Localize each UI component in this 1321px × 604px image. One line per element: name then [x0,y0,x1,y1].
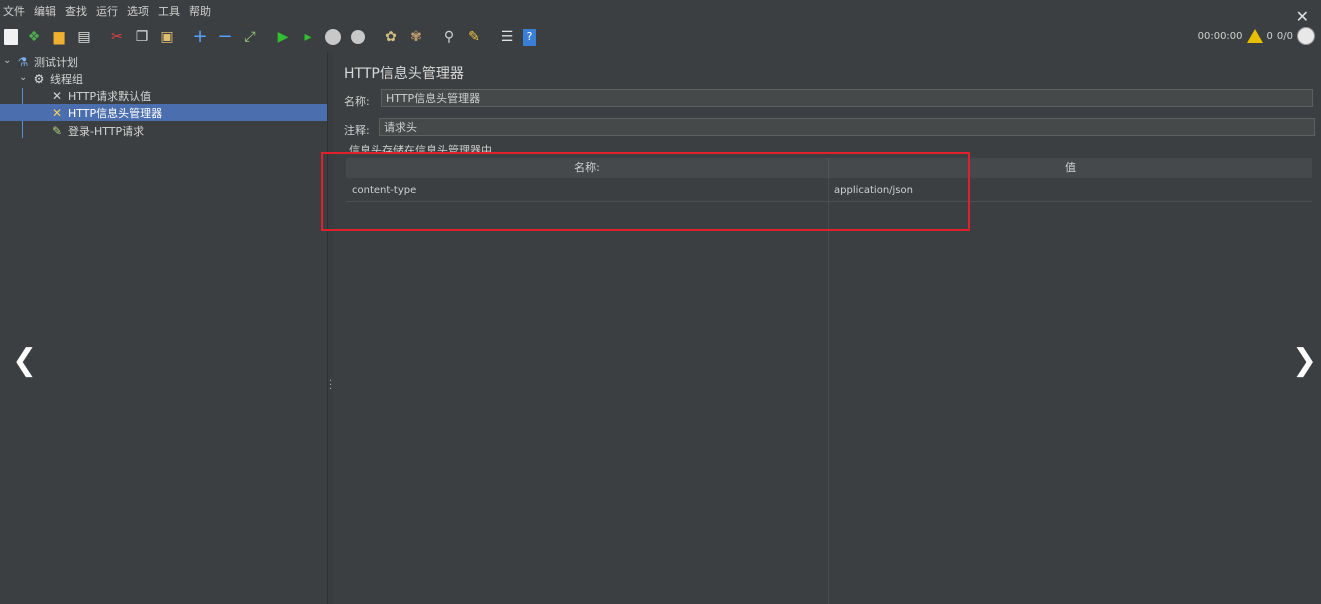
menu-search[interactable]: 查找 [62,3,93,19]
reset-search-icon[interactable]: ✎ [465,28,483,46]
tree-item-label: HTTP信息头管理器 [68,106,163,120]
stop-icon[interactable] [324,28,342,46]
start-icon[interactable]: ▶ [274,28,292,46]
test-plan-tree: ⌄ ⚗ 测试计划 ⌄ ⚙ 线程组 ✕ HTTP请求默认值 ✕ HTTP信息头管理… [0,52,327,604]
chevron-right-icon[interactable]: ❯ [1292,346,1317,376]
tree-item-label: 登录-HTTP请求 [68,124,145,138]
function-helper-icon[interactable]: ☰ [498,28,516,46]
help-icon[interactable]: ? [523,28,536,46]
open-icon[interactable]: ▆ [50,28,68,46]
page-title: HTTP信息头管理器 [344,66,464,82]
tree-item-http-defaults[interactable]: ✕ HTTP请求默认值 [50,87,151,104]
menu-bar: 文件 编辑 查找 运行 选项 工具 帮助 [0,0,1321,22]
tree-item-label: 线程组 [50,72,83,86]
expand-icon[interactable]: + [191,28,209,46]
headers-section-label: 信息头存储在信息头管理器中 [349,144,492,152]
copy-icon[interactable]: ❐ [133,28,151,46]
thread-count: 0/0 [1276,30,1293,42]
tree-item-label: HTTP请求默认值 [68,89,152,103]
clear-icon[interactable]: ✿ [382,28,400,46]
chevron-down-icon[interactable]: ⌄ [3,55,11,66]
gear-icon: ⚙ [33,71,45,86]
wrench-icon: ✕ [51,105,63,120]
menu-run[interactable]: 运行 [93,3,124,19]
shutdown-icon[interactable] [349,28,367,46]
start-no-pause-icon[interactable]: ▸ [299,28,317,46]
highlight-box [321,152,970,231]
splitter-grip-icon[interactable]: · · · [329,377,332,395]
name-field[interactable]: HTTP信息头管理器 [381,89,1313,107]
pencil-icon: ✎ [51,123,63,138]
tree-item-test-plan[interactable]: ⚗ 测试计划 [16,53,78,70]
warning-icon[interactable] [1246,29,1263,43]
menu-help[interactable]: 帮助 [186,3,217,19]
save-icon[interactable]: ▤ [75,28,93,46]
flask-icon: ⚗ [17,54,29,69]
chevron-left-icon[interactable]: ❮ [12,346,37,376]
collapse-icon[interactable]: − [216,28,234,46]
remote-globe-icon[interactable] [1297,27,1315,45]
wrench-icon: ✕ [51,88,63,103]
comment-field[interactable]: 请求头 [379,118,1315,136]
menu-edit[interactable]: 编辑 [31,3,62,19]
status-area: 00:00:00 0 0/0 [1198,27,1315,45]
tree-item-label: 测试计划 [34,55,78,69]
paste-icon[interactable]: ▣ [158,28,176,46]
menu-options[interactable]: 选项 [124,3,155,19]
menu-file[interactable]: 文件 [0,3,31,19]
name-label: 名称: [344,95,370,108]
editor-panel: HTTP信息头管理器 名称: HTTP信息头管理器 注释: 请求头 信息头存储在… [333,52,1321,604]
comment-label: 注释: [344,124,370,137]
cut-icon[interactable]: ✂ [108,28,126,46]
warning-count: 0 [1266,30,1273,42]
menu-tools[interactable]: 工具 [155,3,186,19]
close-icon[interactable]: ✕ [1296,9,1309,25]
templates-icon[interactable]: ❖ [25,28,43,46]
toolbar: ❖ ▆ ▤ ✂ ❐ ▣ + − ⤢ ▶ ▸ ✿ ✾ ⚲ ✎ ☰ ? [0,24,1321,50]
column-divider [828,178,829,604]
new-icon[interactable] [4,29,18,45]
elapsed-timer: 00:00:00 [1197,30,1243,42]
tree-item-thread-group[interactable]: ⚙ 线程组 [32,70,83,87]
chevron-down-icon[interactable]: ⌄ [19,72,27,83]
search-icon[interactable]: ⚲ [440,28,458,46]
tree-item-header-manager[interactable]: ✕ HTTP信息头管理器 [0,104,327,121]
toggle-icon[interactable]: ⤢ [241,28,259,46]
clear-all-icon[interactable]: ✾ [407,28,425,46]
tree-item-login-request[interactable]: ✎ 登录-HTTP请求 [50,122,144,139]
